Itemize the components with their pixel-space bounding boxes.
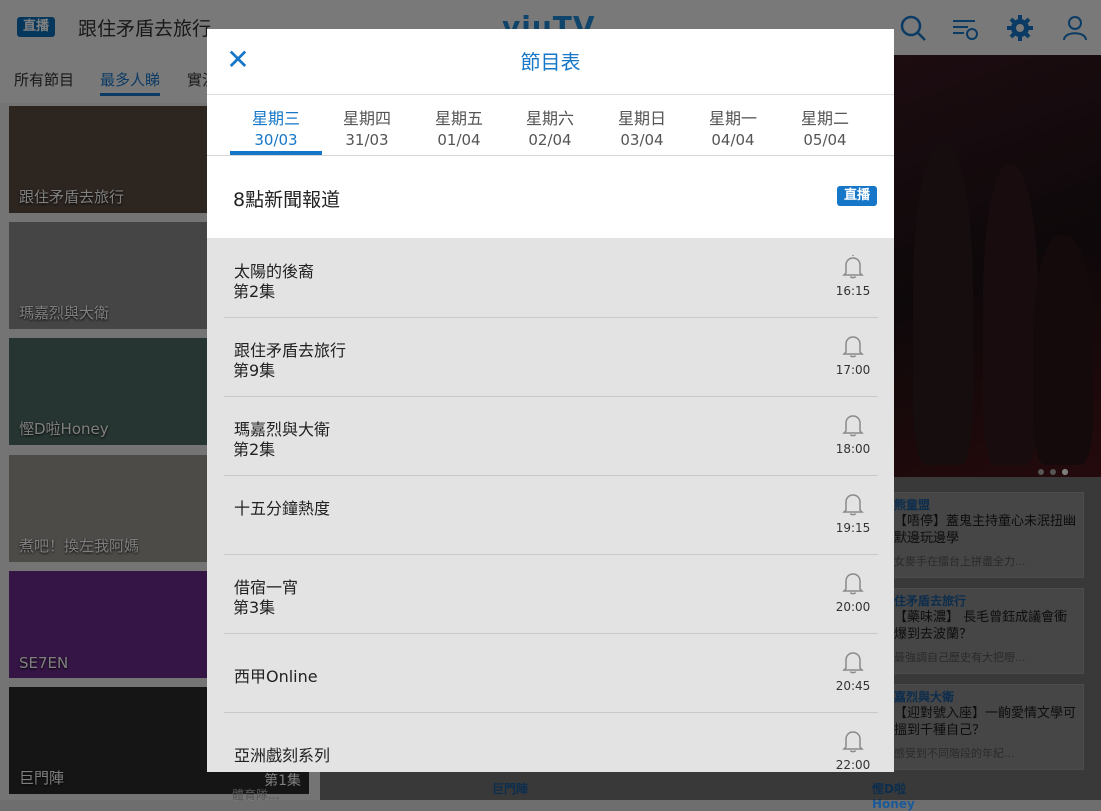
day-name: 星期五 — [434, 109, 483, 128]
day-name: 星期三 — [251, 109, 300, 128]
day-date: 30/03 — [254, 131, 298, 149]
program-episode: 第2集 — [233, 282, 276, 301]
day-date: 03/04 — [620, 131, 664, 149]
day-date: 31/03 — [345, 131, 389, 149]
live-badge: 直播 — [836, 186, 877, 206]
bell-icon[interactable] — [841, 570, 865, 596]
bell-icon[interactable] — [841, 491, 865, 517]
modal-title: 節目表 — [520, 50, 581, 74]
program-time: 22:00 — [835, 758, 871, 772]
program-episode: 第2集 — [233, 440, 276, 459]
schedule-row[interactable]: 太陽的後裔 第2集 16:15 — [224, 238, 878, 318]
program-time: 17:00 — [835, 363, 871, 377]
schedule-row[interactable]: 借宿一宵 第3集 20:00 — [224, 554, 878, 634]
program-time: 18:00 — [835, 442, 871, 456]
schedule-row[interactable]: 瑪嘉烈與大衛 第2集 18:00 — [224, 396, 878, 476]
program-title: 西甲Online — [234, 667, 318, 686]
tab-day-sat[interactable]: 星期六 02/04 — [504, 95, 596, 155]
day-date: 04/04 — [711, 131, 755, 149]
schedule-row[interactable]: 亞洲戲刻系列 22:00 — [224, 712, 878, 772]
day-date: 01/04 — [437, 131, 481, 149]
bell-icon[interactable] — [841, 728, 865, 754]
day-tabs: 星期三 30/03 星期四 31/03 星期五 01/04 星期六 02/04 … — [207, 95, 894, 156]
tab-day-thu[interactable]: 星期四 31/03 — [321, 95, 413, 155]
day-date: 02/04 — [528, 131, 572, 149]
active-tab-indicator — [230, 151, 322, 155]
day-name: 星期一 — [708, 109, 757, 128]
now-playing-title: 8點新聞報道 — [233, 189, 341, 211]
bell-icon[interactable] — [841, 412, 865, 438]
program-episode: 第3集 — [233, 598, 276, 617]
modal-header: ✕ 節目表 — [207, 29, 894, 95]
program-title: 十五分鐘熱度 — [234, 499, 331, 518]
program-title: 亞洲戲刻系列 — [234, 746, 331, 765]
tab-day-mon[interactable]: 星期一 04/04 — [687, 95, 779, 155]
day-name: 星期六 — [525, 109, 574, 128]
day-date: 05/04 — [803, 131, 847, 149]
day-name: 星期二 — [800, 109, 849, 128]
program-episode: 第9集 — [233, 361, 276, 380]
day-name: 星期日 — [617, 109, 666, 128]
schedule-row[interactable]: 跟住矛盾去旅行 第9集 17:00 — [224, 317, 878, 397]
tab-day-fri[interactable]: 星期五 01/04 — [413, 95, 505, 155]
tab-day-wed[interactable]: 星期三 30/03 — [230, 95, 322, 155]
program-time: 16:15 — [835, 284, 871, 298]
now-playing[interactable]: 8點新聞報道 直播 — [207, 156, 894, 239]
day-name: 星期四 — [342, 109, 391, 128]
bell-icon[interactable] — [841, 333, 865, 359]
tab-day-tue[interactable]: 星期二 05/04 — [779, 95, 871, 155]
bell-icon[interactable] — [841, 649, 865, 675]
schedule-row[interactable]: 十五分鐘熱度 19:15 — [224, 475, 878, 555]
schedule-list: 太陽的後裔 第2集 16:15 跟住矛盾去旅行 第9集 17:00 瑪嘉烈與大衛… — [207, 238, 894, 772]
program-time: 20:00 — [835, 600, 871, 614]
schedule-row[interactable]: 西甲Online 20:45 — [224, 633, 878, 713]
bell-icon[interactable] — [841, 254, 865, 280]
program-time: 19:15 — [835, 521, 871, 535]
program-time: 20:45 — [835, 679, 871, 693]
tab-day-sun[interactable]: 星期日 03/04 — [596, 95, 688, 155]
schedule-modal: ✕ 節目表 星期三 30/03 星期四 31/03 星期五 01/04 星期六 … — [207, 29, 894, 772]
